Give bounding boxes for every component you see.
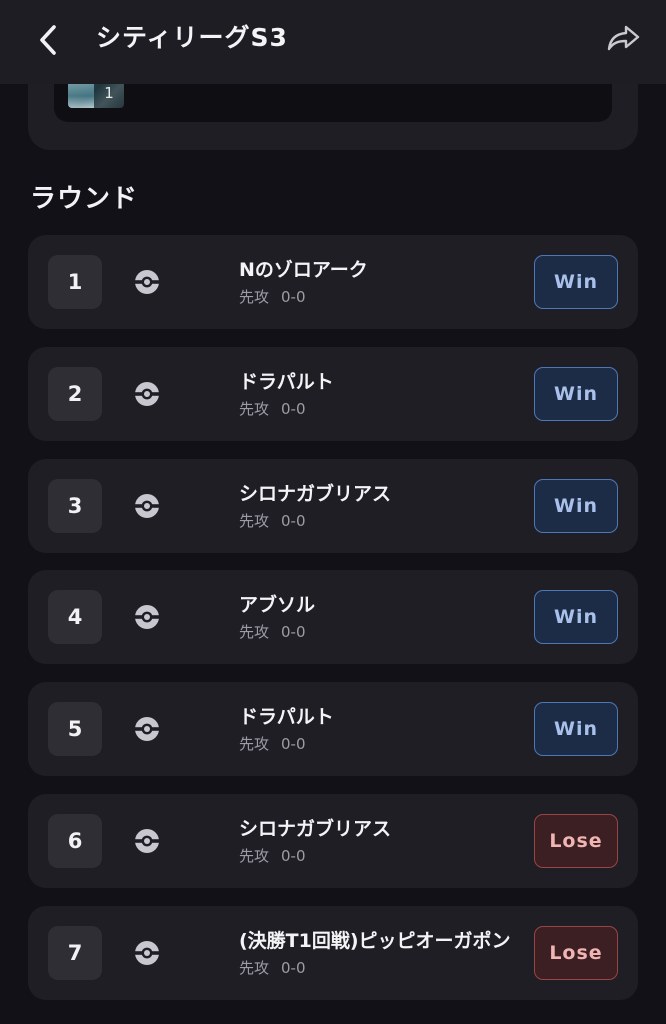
opponent-deck-name: シロナガブリアス <box>239 482 392 505</box>
round-meta: 先攻 0-0 <box>239 846 521 866</box>
opponent-deck-name: アブソル <box>239 594 316 617</box>
pokeball-icon <box>135 717 159 742</box>
round-meta: 先攻 0-0 <box>239 734 521 754</box>
turn-order: 先攻 <box>239 735 270 754</box>
pokeball-icon <box>135 493 159 518</box>
lose-badge[interactable]: Lose <box>534 813 618 868</box>
round-meta: 先攻 0-0 <box>239 622 521 642</box>
round-row[interactable]: 2 ドラパルト 先攻 0-0 Win <box>28 346 638 441</box>
round-row[interactable]: 1 Nのゾロアーク 先攻 0-0 Win <box>28 235 638 329</box>
game-score: 0-0 <box>281 623 306 642</box>
page-title: シティリーグS3 <box>96 23 288 52</box>
turn-order: 先攻 <box>239 623 270 642</box>
opponent-deck-name: シロナガブリアス <box>239 817 392 840</box>
round-row[interactable]: 7 (決勝T1回戦)ピッピオーガポン 先攻 0-0 Lose <box>28 905 638 1000</box>
game-score: 0-0 <box>281 399 306 418</box>
back-button[interactable] <box>26 18 70 62</box>
round-number: 7 <box>48 925 102 980</box>
app-header: シティリーグS3 <box>0 0 666 84</box>
round-info: シロナガブリアス 先攻 0-0 <box>239 481 521 531</box>
round-row[interactable]: 6 シロナガブリアス 先攻 0-0 Lose <box>28 793 638 888</box>
round-info: (決勝T1回戦)ピッピオーガポン 先攻 0-0 <box>239 928 521 978</box>
round-list: 1 Nのゾロアーク 先攻 0-0 Win 2 ドラパルト 先攻 0-0 Win … <box>28 235 638 1018</box>
share-button[interactable] <box>600 16 648 60</box>
game-score: 0-0 <box>281 511 306 530</box>
turn-order: 先攻 <box>239 288 270 306</box>
pokeball-icon <box>135 381 159 406</box>
opponent-deck-name: ドラパルト <box>239 370 334 393</box>
lose-badge[interactable]: Lose <box>534 925 618 980</box>
rounds-section-title: ラウンド <box>30 184 139 214</box>
round-info: ドラパルト 先攻 0-0 <box>239 369 521 419</box>
round-info: アブソル 先攻 0-0 <box>239 592 521 642</box>
game-score: 0-0 <box>281 846 306 865</box>
turn-order: 先攻 <box>239 958 270 977</box>
game-score: 0-0 <box>281 958 306 977</box>
win-badge[interactable]: Win <box>534 590 618 645</box>
share-icon <box>607 25 640 51</box>
round-number: 1 <box>48 255 102 309</box>
pokeball-icon <box>135 940 159 965</box>
turn-order: 先攻 <box>239 399 270 418</box>
opponent-deck-name: Nのゾロアーク <box>239 259 368 281</box>
round-number: 4 <box>48 590 102 645</box>
round-meta: 先攻 0-0 <box>239 287 521 307</box>
round-row[interactable]: 3 シロナガブリアス 先攻 0-0 Win <box>28 458 638 553</box>
pokeball-icon <box>135 828 159 853</box>
opponent-deck-name: (決勝T1回戦)ピッピオーガポン <box>239 929 511 952</box>
turn-order: 先攻 <box>239 846 270 865</box>
round-row[interactable]: 4 アブソル 先攻 0-0 Win <box>28 570 638 665</box>
pokeball-icon <box>135 605 159 630</box>
pokeball-icon <box>135 270 159 294</box>
round-number: 6 <box>48 813 102 868</box>
win-badge[interactable]: Win <box>534 702 618 757</box>
turn-order: 先攻 <box>239 511 270 530</box>
round-info: Nのゾロアーク 先攻 0-0 <box>239 257 521 307</box>
round-meta: 先攻 0-0 <box>239 399 521 419</box>
round-number: 5 <box>48 702 102 757</box>
win-badge[interactable]: Win <box>534 478 618 533</box>
round-row[interactable]: 5 ドラパルト 先攻 0-0 Win <box>28 682 638 777</box>
round-number: 2 <box>48 366 102 421</box>
chevron-left-icon <box>40 25 56 55</box>
round-info: シロナガブリアス 先攻 0-0 <box>239 816 521 866</box>
game-score: 0-0 <box>281 735 306 754</box>
round-meta: 先攻 0-0 <box>239 958 521 978</box>
win-badge[interactable]: Win <box>534 255 618 309</box>
round-meta: 先攻 0-0 <box>239 511 521 531</box>
round-number: 3 <box>48 478 102 533</box>
game-score: 0-0 <box>281 288 306 306</box>
opponent-deck-name: ドラパルト <box>239 706 334 729</box>
round-info: ドラパルト 先攻 0-0 <box>239 704 521 754</box>
win-badge[interactable]: Win <box>534 366 618 421</box>
